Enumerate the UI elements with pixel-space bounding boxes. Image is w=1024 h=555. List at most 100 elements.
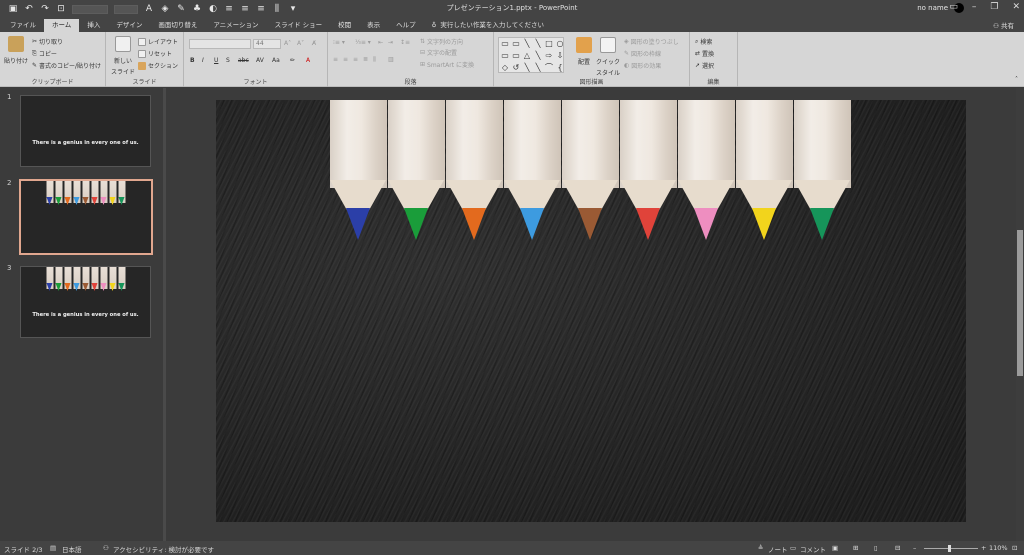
shape-item[interactable]: ▭	[511, 51, 521, 62]
increase-indent-icon[interactable]: ⇥	[388, 39, 393, 46]
qat-font-box[interactable]	[72, 4, 108, 14]
align-left-para-icon[interactable]: ≡	[333, 56, 338, 63]
notes-icon[interactable]: ≜	[758, 544, 763, 552]
layout-button[interactable]: レイアウト	[138, 37, 178, 46]
ribbon-display-icon[interactable]: ▭	[949, 2, 958, 12]
shapes-gallery[interactable]: ▭ ▭ ╲ ╲ □ ○ ▭ ▭ △ ╲ ⇨ ⇩ ◇ ↺ ╲ ╲ ⌒ {	[498, 37, 564, 73]
spellcheck-icon[interactable]: ▤	[50, 544, 56, 552]
shape-item[interactable]: ╲	[522, 39, 532, 50]
distribute-icon[interactable]: ⫼	[272, 4, 282, 14]
tab-slideshow[interactable]: スライド ショー	[267, 19, 331, 32]
new-slide-button[interactable]: 新しい スライド	[110, 36, 136, 76]
pane-divider[interactable]	[163, 88, 166, 541]
font-color-button[interactable]: A	[306, 57, 310, 64]
bullets-icon[interactable]: ⁝≡ ▾	[333, 39, 345, 46]
clear-format-icon[interactable]: A̸	[312, 40, 316, 47]
shape-item[interactable]: ▭	[511, 39, 521, 50]
numbering-icon[interactable]: ⅓≡ ▾	[355, 39, 371, 46]
tab-home[interactable]: ホーム	[44, 19, 80, 32]
undo-icon[interactable]: ↶	[24, 4, 34, 14]
zoom-in-icon[interactable]: +	[981, 544, 986, 552]
highlight-icon[interactable]: ✏	[290, 57, 295, 64]
tab-insert[interactable]: 挿入	[79, 19, 108, 32]
slideshow-view-icon[interactable]: ⊟	[895, 544, 900, 552]
shape-item[interactable]: □	[544, 39, 554, 50]
shape-item[interactable]: {	[555, 63, 565, 74]
shape-item[interactable]: ╲	[522, 63, 532, 74]
underline-button[interactable]: U	[214, 57, 218, 64]
customize-qat-icon[interactable]: ▾	[288, 4, 298, 14]
slide-thumbnail-2[interactable]	[19, 179, 153, 255]
select-button[interactable]: ➚ 選択	[695, 61, 714, 70]
strikethrough-button[interactable]: abc	[238, 57, 249, 64]
align-right-para-icon[interactable]: ≡	[353, 56, 358, 63]
align-center-icon[interactable]: ≡	[240, 4, 250, 14]
shape-item[interactable]: ▭	[500, 39, 510, 50]
zoom-slider-knob[interactable]	[948, 545, 951, 552]
font-color-icon[interactable]: A	[144, 4, 154, 14]
decrease-indent-icon[interactable]: ⇤	[378, 39, 383, 46]
shape-outline-button[interactable]: ✎ 図形の枠線	[624, 49, 661, 58]
share-button[interactable]: ⚇ 共有	[993, 20, 1014, 30]
accessibility-icon[interactable]: ⚇	[103, 544, 109, 552]
shrink-font-icon[interactable]: A˅	[297, 40, 304, 47]
shape-item[interactable]: ⌒	[544, 63, 554, 74]
zoom-level[interactable]: 110%	[989, 544, 1008, 552]
italic-button[interactable]: I	[202, 57, 204, 64]
reading-view-icon[interactable]: ▯	[874, 544, 878, 552]
restore-icon[interactable]: ❐	[990, 2, 998, 12]
scrollbar-thumb[interactable]	[1017, 230, 1023, 376]
accessibility-status[interactable]: アクセシビリティ: 検討が必要です	[113, 544, 214, 554]
columns-icon[interactable]: ▥	[388, 56, 394, 63]
align-center-para-icon[interactable]: ≡	[343, 56, 348, 63]
char-spacing-button[interactable]: AV	[256, 57, 264, 64]
language-label[interactable]: 日本語	[62, 544, 82, 554]
reset-button[interactable]: リセット	[138, 49, 172, 58]
find-button[interactable]: ⌕ 検索	[695, 37, 712, 47]
shape-item[interactable]: △	[522, 51, 532, 62]
tab-view[interactable]: 表示	[359, 19, 388, 32]
close-icon[interactable]: ✕	[1012, 2, 1020, 12]
text-direction-button[interactable]: ⇅ 文字列の方向	[420, 37, 463, 46]
line-spacing-icon[interactable]: ↕≡	[400, 39, 410, 46]
stamp-icon[interactable]: ♣	[192, 4, 202, 14]
shape-item[interactable]: ↺	[511, 63, 521, 74]
save-icon[interactable]: ▣	[8, 4, 18, 14]
tell-me-search[interactable]: ♁ 実行したい作業を入力してください	[424, 19, 544, 32]
align-left-icon[interactable]: ≡	[224, 4, 234, 14]
comments-icon[interactable]: ▭	[790, 544, 796, 552]
slide-thumbnail-3[interactable]: There is a genius in every one of us.	[20, 266, 151, 338]
shadow-button[interactable]: S	[226, 57, 230, 64]
smartart-button[interactable]: ⊞ SmartArt に変換	[420, 60, 474, 69]
start-slideshow-icon[interactable]: ⊡	[56, 4, 66, 14]
qat-size-box[interactable]	[114, 4, 138, 14]
fit-slide-icon[interactable]: ⊡	[1012, 544, 1017, 552]
copy-button[interactable]: ⎘ コピー	[32, 49, 57, 59]
shape-item[interactable]: ▭	[500, 51, 510, 62]
shape-item[interactable]: ⇨	[544, 51, 554, 62]
grow-font-icon[interactable]: A˄	[284, 40, 291, 47]
tab-transitions[interactable]: 画面切り替え	[150, 19, 205, 32]
arrange-button[interactable]: 配置	[573, 37, 595, 66]
shape-item[interactable]: ╲	[533, 63, 543, 74]
normal-view-icon[interactable]: ▣	[832, 544, 838, 552]
align-text-button[interactable]: ⊟ 文字の配置	[420, 48, 457, 57]
shape-effects-button[interactable]: ◐ 図形の効果	[624, 61, 661, 70]
comments-button[interactable]: コメント	[800, 544, 826, 554]
justify-icon[interactable]: ≣	[363, 56, 368, 63]
font-name-combo[interactable]	[189, 39, 251, 49]
tab-design[interactable]: デザイン	[108, 19, 150, 32]
slide-canvas[interactable]	[216, 100, 966, 522]
notes-button[interactable]: ノート	[768, 544, 788, 554]
shape-item[interactable]: ╲	[533, 39, 543, 50]
collapse-ribbon-icon[interactable]: ˄	[1015, 76, 1018, 83]
change-case-button[interactable]: Aa	[272, 57, 280, 64]
shape-item[interactable]: ⇩	[555, 51, 565, 62]
minimize-icon[interactable]: –	[972, 2, 977, 12]
distribute-para-icon[interactable]: ⫼	[373, 56, 376, 64]
cut-button[interactable]: ✂ 切り取り	[32, 37, 63, 46]
zoom-out-icon[interactable]: –	[913, 544, 916, 552]
paste-button[interactable]: 貼り付け	[4, 36, 28, 65]
section-button[interactable]: セクション	[138, 61, 178, 70]
replace-button[interactable]: ⇄ 置換	[695, 49, 714, 58]
